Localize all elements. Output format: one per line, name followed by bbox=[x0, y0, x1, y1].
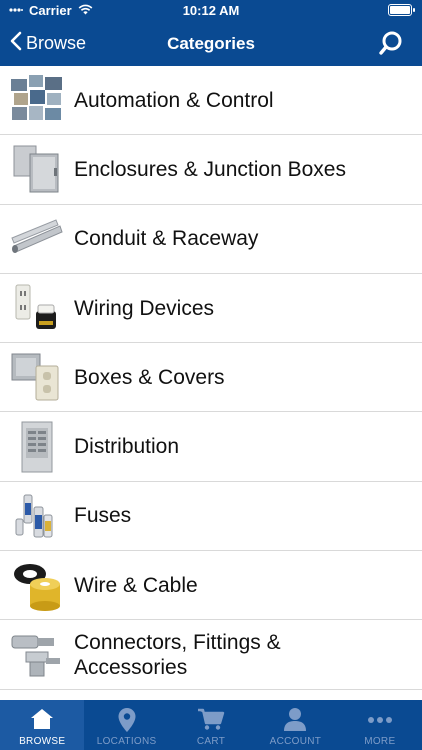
category-label: Fuses bbox=[74, 504, 132, 528]
category-row-enclosures[interactable]: Enclosures & Junction Boxes bbox=[0, 135, 422, 205]
category-label: Connectors, Fittings & Accessories bbox=[74, 630, 281, 680]
page-title: Categories bbox=[167, 34, 255, 53]
category-label: Enclosures & Junction Boxes bbox=[74, 157, 346, 181]
category-row-conduit[interactable]: Conduit & Raceway bbox=[0, 204, 422, 274]
category-row-wiring-devices[interactable]: Wiring Devices bbox=[0, 273, 422, 344]
tab-account[interactable]: ACCOUNT bbox=[253, 700, 337, 750]
tab-label: MORE bbox=[364, 736, 396, 747]
status-time: 10:12 AM bbox=[182, 3, 240, 18]
tab-label: CART bbox=[196, 736, 226, 747]
category-label-line1: Connectors, Fittings & bbox=[74, 630, 281, 654]
search-button[interactable] bbox=[378, 30, 404, 61]
category-label: Wiring Devices bbox=[74, 296, 215, 320]
category-row-connectors[interactable]: Connectors, Fittings & Accessories bbox=[0, 620, 422, 690]
category-row-partial[interactable] bbox=[0, 689, 422, 700]
conduit-thumbnail bbox=[11, 219, 63, 253]
category-row-automation[interactable]: Automation & Control bbox=[0, 66, 422, 136]
category-row-wire-cable[interactable]: Wire & Cable bbox=[0, 551, 422, 621]
box-cover-thumbnail bbox=[11, 353, 59, 401]
category-label: Boxes & Covers bbox=[74, 365, 225, 389]
tab-bar: BROWSE LOCATIONS CART ACCOUNT MORE bbox=[0, 700, 422, 750]
cart-icon bbox=[198, 708, 225, 730]
tab-browse[interactable]: BROWSE bbox=[0, 700, 85, 750]
search-icon bbox=[379, 31, 402, 55]
more-dots-icon bbox=[367, 717, 392, 723]
fuse-thumbnail bbox=[15, 494, 53, 538]
category-label: Automation & Control bbox=[74, 88, 274, 112]
wire-spool-thumbnail bbox=[14, 564, 60, 612]
category-row-distribution[interactable]: Distribution bbox=[0, 412, 422, 482]
category-label: Conduit & Raceway bbox=[74, 227, 259, 251]
category-row-fuses[interactable]: Fuses bbox=[0, 481, 422, 552]
location-pin-icon bbox=[118, 708, 136, 732]
status-bar: Carrier 10:12 AM bbox=[0, 0, 422, 22]
tab-cart[interactable]: CART bbox=[169, 700, 253, 750]
tab-locations[interactable]: LOCATIONS bbox=[84, 700, 168, 750]
battery-icon bbox=[388, 4, 415, 16]
category-row-boxes-covers[interactable]: Boxes & Covers bbox=[0, 343, 422, 413]
wiring-device-thumbnail bbox=[15, 284, 56, 330]
header: Carrier 10:12 AM Browse Categories bbox=[0, 0, 422, 66]
automation-thumbnail bbox=[11, 75, 62, 121]
home-icon bbox=[31, 709, 54, 729]
connector-thumbnail bbox=[11, 635, 60, 677]
tab-label: BROWSE bbox=[19, 736, 66, 747]
enclosure-thumbnail bbox=[13, 145, 59, 193]
category-label: Distribution bbox=[74, 435, 180, 459]
distribution-panel-thumbnail bbox=[21, 421, 53, 473]
category-label-line2: Accessories bbox=[74, 655, 188, 679]
tab-label: ACCOUNT bbox=[269, 736, 322, 747]
category-list: Automation & Control Enclosures & Juncti… bbox=[0, 66, 422, 700]
nav-bar: Browse Categories bbox=[0, 22, 422, 66]
tab-more[interactable]: MORE bbox=[338, 700, 422, 750]
category-label: Wire & Cable bbox=[74, 573, 198, 597]
tab-label: LOCATIONS bbox=[96, 736, 157, 747]
person-icon bbox=[284, 708, 307, 731]
